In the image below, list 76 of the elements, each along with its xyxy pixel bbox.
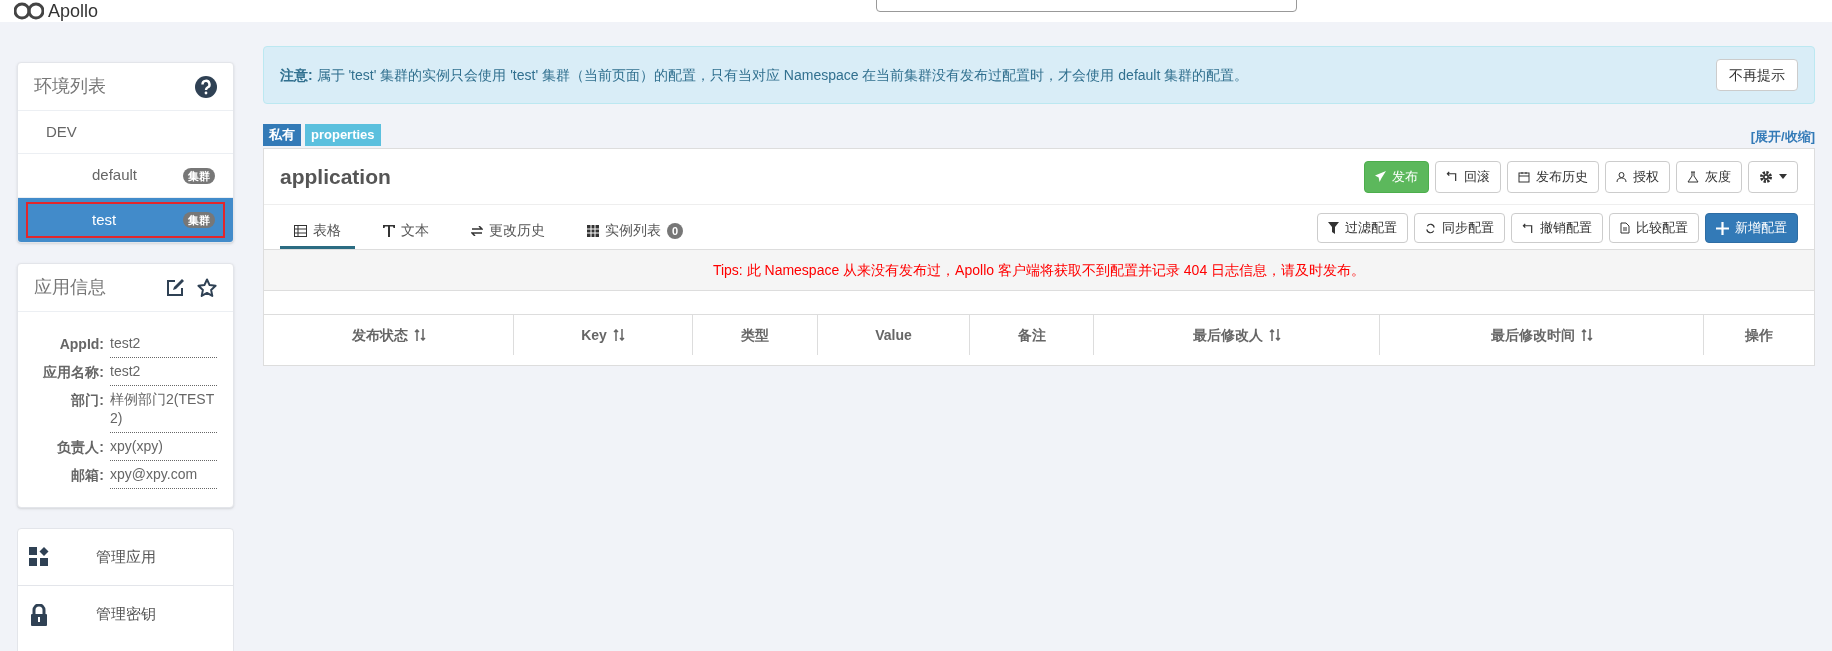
count-badge: 0	[667, 222, 684, 239]
tool-button[interactable]: 过滤配置	[1317, 213, 1408, 243]
dismiss-button[interactable]: 不再提示	[1716, 59, 1798, 91]
action-button[interactable]: 回滚	[1435, 160, 1501, 193]
cluster-item[interactable]: default 集群	[18, 154, 233, 198]
field-label: AppId:	[58, 335, 104, 354]
notice-text: 注意: 属于 'test' 集群的实例只会使用 'test' 集群（当前页面）的配置，只有当对应 Namespace 在当前集群没有发布过配置时，才会使用 default 集群的配置。	[280, 65, 1249, 85]
field-value: 样例部门2(TEST2)	[110, 386, 217, 433]
send-icon	[1375, 171, 1386, 182]
table-icon	[294, 224, 307, 237]
field-value: xpy(xpy)	[110, 433, 217, 461]
tab[interactable]: 文本	[369, 215, 443, 249]
edit-icon[interactable]	[165, 277, 185, 298]
expand-collapse-link[interactable]: [展开/收缩]	[1750, 126, 1815, 146]
column-header[interactable]: 最后修改时间	[1379, 315, 1703, 355]
tool-button[interactable]: 撤销配置	[1511, 213, 1603, 243]
namespace-tag: properties	[305, 124, 381, 146]
logo-icon	[14, 2, 44, 20]
tab[interactable]: 更改历史	[457, 215, 559, 249]
tool-button[interactable]: 比较配置	[1609, 213, 1699, 243]
column-header[interactable]: 操作	[1703, 315, 1814, 355]
cluster-badge: 集群	[183, 167, 215, 184]
cluster-badge: 集群	[183, 212, 215, 228]
nav-item[interactable]: 管理密钥	[96, 603, 156, 626]
document-icon	[1620, 222, 1630, 234]
plus-icon	[1716, 221, 1729, 235]
flask-icon	[1687, 170, 1699, 183]
return-icon	[1446, 171, 1458, 182]
lock-icon	[30, 603, 48, 626]
cluster-name: test	[92, 209, 117, 230]
tips-text: Tips: 此 Namespace 从来没有发布过，Apollo 客户端将获取不到配置并记录 404 日志信息，请及时发布。	[712, 260, 1366, 280]
sort-icon	[413, 329, 426, 341]
sort-icon	[1268, 329, 1281, 341]
grid-icon	[587, 224, 599, 237]
star-icon[interactable]	[197, 277, 217, 298]
tool-button[interactable]: 新增配置	[1705, 213, 1798, 243]
column-header[interactable]: 类型	[692, 315, 817, 355]
panel-title: 环境列表	[34, 75, 106, 98]
caret-icon	[1779, 174, 1787, 179]
cluster-name: default	[92, 165, 138, 186]
action-button[interactable]: 发布历史	[1507, 160, 1599, 193]
action-button[interactable]: 灰度	[1676, 160, 1742, 193]
calendar-icon	[1518, 170, 1530, 183]
tool-button[interactable]: 同步配置	[1414, 213, 1505, 243]
return-icon	[1522, 222, 1534, 234]
action-button[interactable]: 授权	[1605, 160, 1670, 193]
namespace-title: application	[280, 163, 391, 190]
panel-title: 应用信息	[34, 276, 106, 299]
gear-icon	[1759, 169, 1773, 184]
logo-text: Apollo	[48, 0, 99, 22]
sort-icon	[612, 329, 625, 341]
column-header[interactable]: Key	[513, 315, 692, 355]
field-label: 应用名称:	[42, 363, 104, 382]
namespace-tag: 私有	[263, 124, 301, 146]
column-header[interactable]: 最后修改人	[1093, 315, 1379, 355]
field-value: xpy@xpy.com	[110, 461, 217, 489]
field-label: 邮箱:	[70, 466, 104, 485]
swap-icon	[471, 225, 483, 236]
field-label: 部门:	[70, 391, 104, 410]
field-value: test2	[110, 358, 217, 386]
field-value: test2	[110, 330, 217, 358]
text-icon	[383, 224, 395, 237]
grid-icon	[29, 547, 49, 567]
refresh-icon	[1425, 222, 1436, 234]
nav-item[interactable]: 管理应用	[96, 545, 156, 569]
field-label: 负责人:	[56, 438, 104, 457]
column-header[interactable]: 备注	[969, 315, 1093, 355]
help-icon[interactable]	[195, 75, 217, 98]
column-header[interactable]: 发布状态	[264, 315, 513, 355]
tab[interactable]: 实例列表 0	[573, 215, 698, 249]
user-icon	[1616, 170, 1627, 183]
settings-dropdown[interactable]	[1748, 160, 1798, 193]
filter-icon	[1328, 222, 1339, 234]
sort-icon	[1580, 329, 1593, 341]
column-header[interactable]: Value	[817, 315, 969, 355]
cluster-item[interactable]: test 集群	[18, 198, 233, 242]
